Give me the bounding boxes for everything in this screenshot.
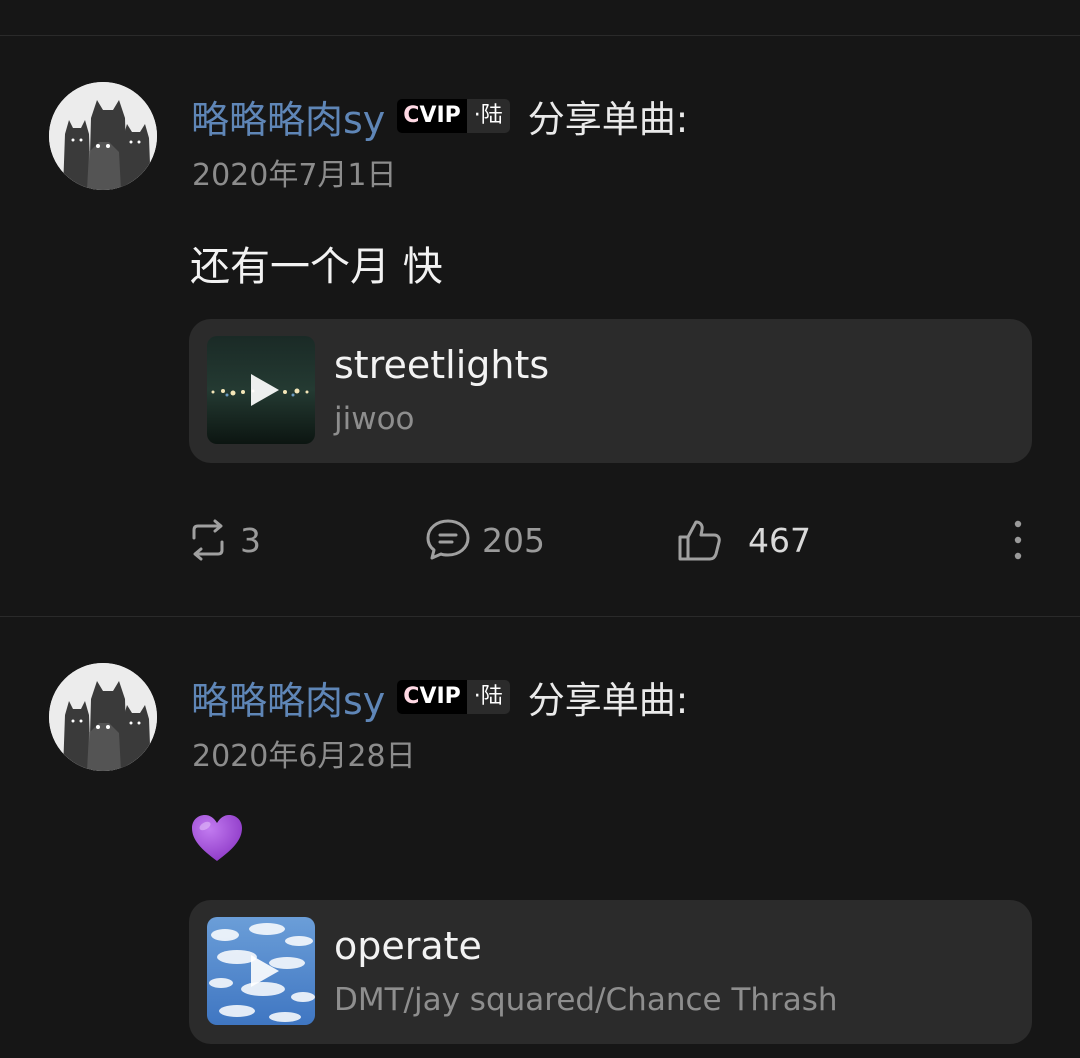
purple-heart-emoji — [190, 813, 244, 867]
repost-icon — [184, 516, 232, 564]
post-date: 2020年6月28日 — [192, 739, 416, 774]
post-card: 略略略肉sy C VIP ·陆 分享单曲: 2020年6月28日 operate… — [0, 663, 1080, 1058]
song-cover[interactable] — [207, 336, 315, 444]
username-link[interactable]: 略略略肉sy — [191, 670, 385, 725]
avatar[interactable] — [49, 663, 157, 771]
like-icon — [676, 516, 724, 564]
comment-icon — [424, 516, 472, 564]
post-action-text: 分享单曲: — [527, 98, 689, 141]
feed: 略略略肉sy CVIP ·陆 分享单曲: 2020年7月1日 还有一个月 快 — [0, 0, 1080, 1058]
repost-button[interactable]: 3 — [184, 510, 261, 570]
post-actions-bar: 3 205 467 — [0, 510, 1080, 570]
song-title[interactable]: operate — [334, 924, 482, 968]
vip-badge[interactable]: C VIP ·陆 — [397, 677, 510, 717]
comment-button[interactable]: 205 — [424, 510, 545, 570]
like-count: 467 — [748, 520, 811, 560]
vip-badge[interactable]: C VIP ·陆 — [397, 96, 510, 136]
top-divider — [0, 35, 1080, 36]
more-vertical-icon — [1014, 520, 1022, 560]
song-cover[interactable] — [207, 917, 315, 1025]
song-artist[interactable]: DMT/jay squared/Chance Thrash — [334, 982, 838, 1018]
post-card: 略略略肉sy CVIP ·陆 分享单曲: 2020年7月1日 还有一个月 快 — [0, 82, 1080, 602]
vip-tier-label: ·陆 — [466, 99, 510, 133]
song-card[interactable]: streetlights jiwoo — [189, 319, 1032, 463]
repost-count: 3 — [240, 520, 261, 560]
like-button[interactable]: 467 — [676, 510, 811, 570]
username-link[interactable]: 略略略肉sy — [191, 89, 385, 144]
song-artist[interactable]: jiwoo — [334, 401, 415, 437]
song-card[interactable]: operate DMT/jay squared/Chance Thrash — [189, 900, 1032, 1044]
vip-tier-label: ·陆 — [466, 680, 510, 714]
post-text: 还有一个月 快 — [190, 244, 443, 290]
post-action-text: 分享单曲: — [527, 679, 689, 722]
vip-badge-label: VIP — [419, 684, 461, 709]
comment-count: 205 — [482, 520, 545, 560]
more-options-button[interactable] — [1008, 516, 1028, 564]
vip-badge-label: VIP — [419, 103, 461, 128]
post-header: 略略略肉sy C VIP ·陆 分享单曲: — [191, 86, 688, 146]
post-divider — [0, 616, 1080, 617]
post-header: 略略略肉sy C VIP ·陆 分享单曲: — [191, 667, 688, 727]
song-title[interactable]: streetlights — [334, 343, 549, 387]
avatar[interactable] — [49, 82, 157, 190]
post-date: 2020年7月1日 — [192, 158, 397, 193]
